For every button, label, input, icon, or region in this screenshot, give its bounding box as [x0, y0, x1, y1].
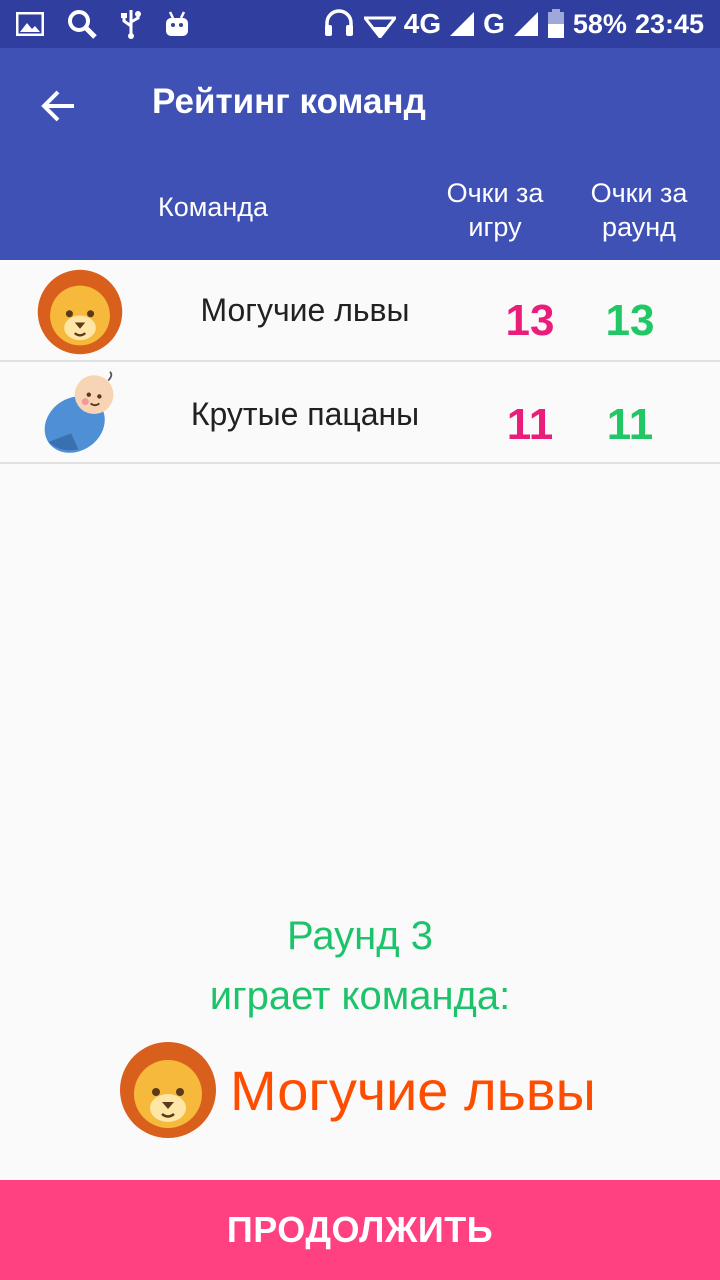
game-points: 11 [506, 400, 554, 449]
clock: 23:45 [634, 8, 704, 39]
current-team: Могучие львы [118, 1040, 596, 1140]
app-bar: Рейтинг команд Команда Очки за игру Очки… [0, 48, 720, 260]
android-icon [164, 10, 190, 38]
status-bar: 4G G 58% 23:45 [0, 0, 720, 48]
gallery-icon [16, 12, 44, 36]
search-icon [66, 8, 98, 40]
round-points: 11 [606, 400, 654, 449]
signal-icon-2 [513, 11, 539, 37]
team-row: Могучие львы 13 13 [0, 260, 720, 362]
network-type: 4G [403, 8, 442, 39]
game-points: 13 [505, 296, 555, 345]
column-header-game-points: Очки за игру [446, 178, 544, 242]
round-points: 13 [605, 296, 655, 345]
network-type-2: G [483, 8, 505, 39]
battery-icon [547, 9, 565, 39]
round-number: Раунд 3 [287, 914, 433, 958]
team-name: Могучие львы [200, 292, 410, 328]
headset-icon [322, 7, 356, 41]
column-header-team: Команда [158, 192, 269, 222]
page-title: Рейтинг команд [152, 82, 426, 121]
round-playing-label: играет команда: [209, 974, 511, 1018]
lion-icon [120, 1042, 216, 1138]
battery-percent: 58% [572, 8, 627, 39]
continue-button[interactable]: ПРОДОЛЖИТЬ [0, 1180, 720, 1280]
usb-icon [120, 8, 142, 40]
team-name: Крутые пацаны [190, 396, 420, 432]
team-row: Крутые пацаны 11 11 [0, 362, 720, 464]
back-button[interactable] [30, 78, 86, 134]
lion-icon [37, 269, 123, 355]
column-header-round-points: Очки за раунд [590, 178, 688, 242]
baby-icon [44, 371, 114, 453]
current-team-name: Могучие львы [230, 1058, 596, 1122]
signal-icon [449, 11, 475, 37]
arrow-back-icon [41, 90, 74, 122]
wifi-icon [363, 10, 396, 38]
